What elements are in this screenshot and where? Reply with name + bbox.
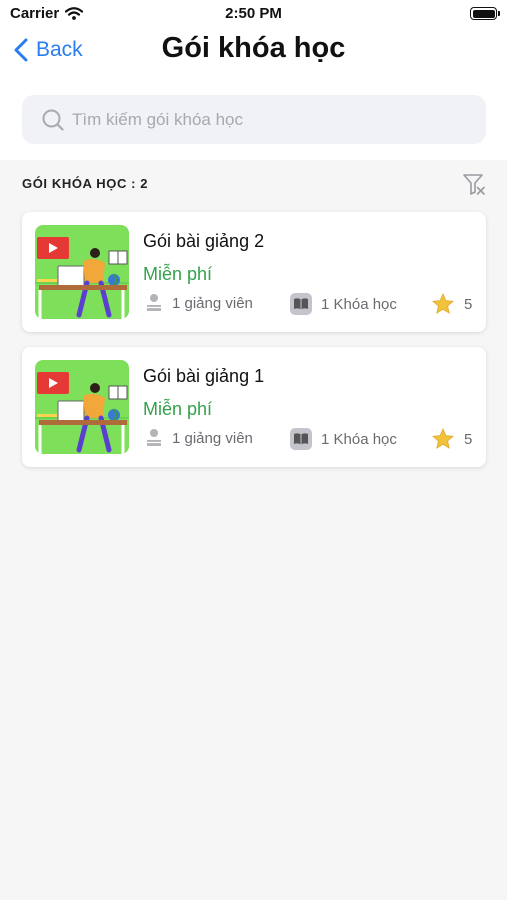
rating-value: 5	[464, 295, 473, 313]
rating: 5	[431, 428, 472, 450]
teacher-count-label: 1 giảng viên	[172, 294, 253, 312]
package-count-label: GÓI KHÓA HỌC : 2	[22, 176, 149, 191]
rating: 5	[431, 293, 472, 315]
search-input[interactable]	[72, 109, 472, 130]
star-icon	[432, 293, 454, 314]
star-icon	[432, 428, 454, 449]
clock: 2:50 PM	[225, 5, 282, 22]
rating-value: 5	[464, 430, 473, 448]
course-count-label: 1 Khóa học	[321, 430, 397, 448]
search-icon	[42, 109, 64, 131]
teacher-count: 1 giảng viên	[145, 293, 253, 313]
battery-icon	[470, 7, 500, 20]
teacher-icon	[146, 294, 162, 311]
package-card[interactable]: Gói bài giảng 2 Miễn phí 1 giảng viên 1 …	[22, 212, 486, 332]
package-title: Gói bài giảng 2	[143, 231, 265, 251]
teacher-count: 1 giảng viên	[145, 428, 253, 448]
teacher-icon	[146, 429, 162, 446]
package-thumbnail	[35, 360, 129, 454]
page-title: Gói khóa học	[161, 32, 346, 64]
filter-icon[interactable]	[462, 172, 486, 196]
package-price: Miễn phí	[143, 264, 213, 284]
package-price: Miễn phí	[143, 399, 213, 419]
navigation-bar: Back Gói khóa học	[0, 30, 507, 74]
course-count: 1 Khóa học	[290, 428, 397, 450]
book-icon	[290, 293, 312, 315]
search-bar[interactable]	[22, 95, 486, 144]
book-icon	[290, 428, 312, 450]
package-thumbnail	[35, 225, 129, 319]
status-bar: Carrier 2:50 PM	[0, 0, 507, 28]
section-header: GÓI KHÓA HỌC : 2	[22, 172, 486, 196]
package-title: Gói bài giảng 1	[143, 366, 265, 386]
course-count: 1 Khóa học	[290, 293, 397, 315]
course-count-label: 1 Khóa học	[321, 295, 397, 313]
package-card[interactable]: Gói bài giảng 1 Miễn phí 1 giảng viên 1 …	[22, 347, 486, 467]
teacher-count-label: 1 giảng viên	[172, 429, 253, 447]
header-area: Carrier 2:50 PM Back Gói khóa học	[0, 0, 507, 160]
